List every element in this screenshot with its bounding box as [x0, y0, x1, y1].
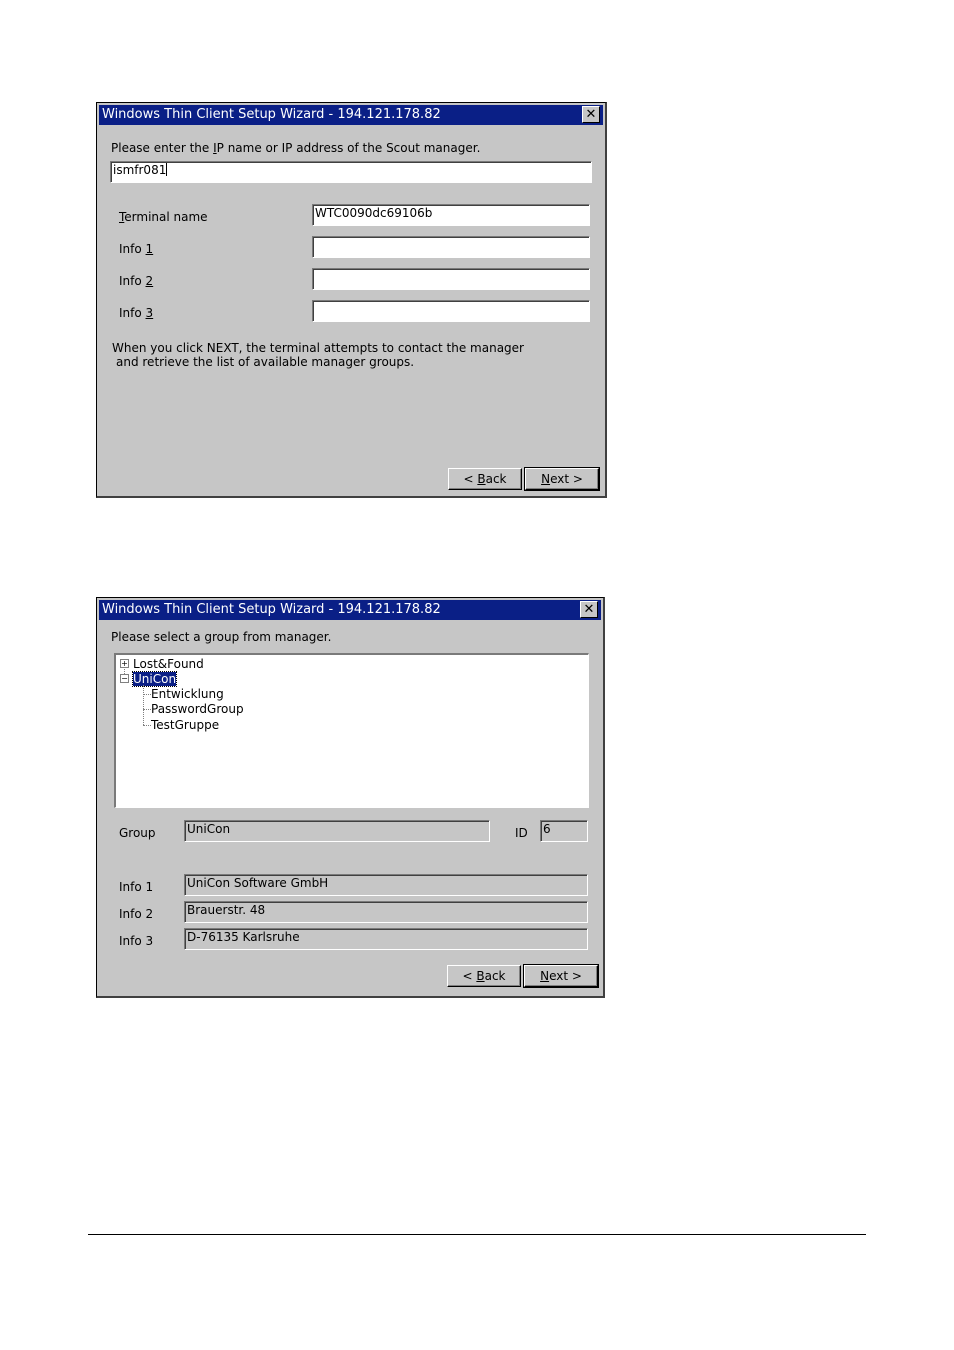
info3-input[interactable]: [312, 300, 590, 322]
expand-plus-icon[interactable]: +: [120, 659, 129, 668]
info2-input[interactable]: [312, 268, 590, 290]
tree-connector: [143, 709, 151, 710]
close-button[interactable]: ✕: [580, 601, 598, 618]
setup-wizard-dialog-manager: Windows Thin Client Setup Wizard - 194.1…: [96, 102, 607, 498]
group-field: UniCon: [184, 820, 490, 842]
group-label: Group: [119, 826, 156, 840]
tree-connector: [143, 725, 151, 726]
tree-connector: [143, 694, 151, 695]
id-field: 6: [540, 820, 588, 842]
id-label: ID: [515, 826, 528, 840]
tree-connector: [143, 685, 144, 725]
info1-field: UniCon Software GmbH: [184, 874, 588, 896]
window-title: Windows Thin Client Setup Wizard - 194.1…: [102, 107, 441, 122]
window-title: Windows Thin Client Setup Wizard - 194.1…: [102, 602, 441, 617]
manager-address-input[interactable]: ismfr081: [110, 161, 592, 183]
collapse-minus-icon[interactable]: −: [120, 674, 129, 683]
terminal-name-label: Terminal name: [119, 210, 208, 224]
group-tree[interactable]: + Lost&Found − UniCon Entwicklung Passwo…: [114, 653, 589, 808]
info2-label: Info 2: [119, 907, 154, 921]
close-icon: ✕: [585, 107, 597, 122]
info3-label: Info 3: [119, 306, 154, 320]
page-footer-rule: [88, 1234, 866, 1235]
info3-label: Info 3: [119, 934, 154, 948]
tree-item-unicon[interactable]: UniCon: [131, 671, 178, 687]
info1-label: Info 1: [119, 242, 154, 256]
manager-prompt: Please enter the IP name or IP address o…: [111, 141, 481, 155]
info3-field: D-76135 Karlsruhe: [184, 928, 588, 950]
text-caret: [166, 163, 168, 176]
back-button[interactable]: < Back: [447, 965, 521, 987]
tree-item-entwicklung[interactable]: Entwicklung: [151, 687, 224, 701]
next-note-line1: When you click NEXT, the terminal attemp…: [112, 341, 524, 355]
close-button[interactable]: ✕: [582, 106, 600, 123]
back-button[interactable]: < Back: [448, 468, 522, 490]
next-note-line2: and retrieve the list of available manag…: [116, 355, 415, 369]
tree-item-testgruppe[interactable]: TestGruppe: [151, 718, 219, 732]
title-bar: Windows Thin Client Setup Wizard - 194.1…: [99, 600, 601, 620]
info2-field: Brauerstr. 48: [184, 901, 588, 923]
close-icon: ✕: [583, 602, 595, 617]
group-prompt: Please select a group from manager.: [111, 630, 332, 644]
info1-label: Info 1: [119, 880, 154, 894]
info1-input[interactable]: [312, 236, 590, 258]
next-button[interactable]: Next >: [523, 964, 599, 988]
terminal-name-input[interactable]: WTC0090dc69106b: [312, 204, 590, 226]
tree-item-passwordgroup[interactable]: PasswordGroup: [151, 702, 244, 716]
info2-label: Info 2: [119, 274, 154, 288]
manager-address-value: ismfr081: [113, 163, 167, 177]
setup-wizard-dialog-group: Windows Thin Client Setup Wizard - 194.1…: [96, 597, 605, 998]
next-button[interactable]: Next >: [524, 467, 600, 491]
title-bar: Windows Thin Client Setup Wizard - 194.1…: [99, 105, 603, 125]
tree-item-lost-found[interactable]: Lost&Found: [133, 657, 204, 671]
